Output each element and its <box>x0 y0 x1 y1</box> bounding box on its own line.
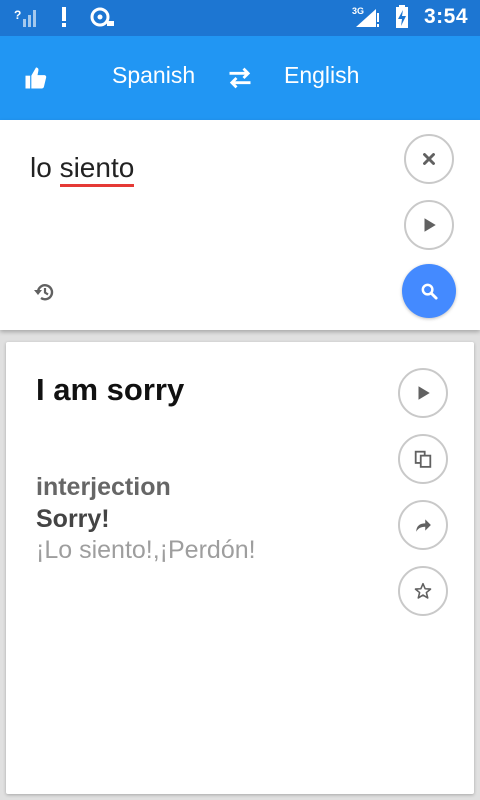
example-translations: ¡Lo siento!,¡Perdón! <box>36 536 256 564</box>
result-card: I am sorry interjection Sorry! ¡Lo sient… <box>6 342 474 794</box>
play-input-button[interactable] <box>404 200 454 250</box>
clear-button[interactable] <box>404 134 454 184</box>
play-translation-button[interactable] <box>398 368 448 418</box>
source-text-input[interactable]: lo siento <box>30 152 135 187</box>
translation-text: I am sorry <box>36 372 185 407</box>
share-icon <box>416 519 431 532</box>
input-word: lo <box>30 152 60 183</box>
share-button[interactable] <box>398 500 448 550</box>
star-icon <box>414 582 432 599</box>
app-bar: Spanish English <box>0 36 480 120</box>
meaning-text: Sorry! <box>36 505 110 533</box>
battery-charging-icon <box>395 5 408 28</box>
copy-button[interactable] <box>398 434 448 484</box>
mobile-signal-icon: 3G <box>352 6 379 27</box>
swap-arrows-icon[interactable] <box>226 64 254 92</box>
play-icon <box>418 386 430 400</box>
search-icon <box>421 283 438 300</box>
search-button[interactable] <box>402 264 456 318</box>
sd-card-icon <box>90 7 114 27</box>
alert-icon <box>62 7 66 27</box>
svg-text:?: ? <box>14 8 21 22</box>
target-language-selector[interactable]: English <box>284 62 359 89</box>
network-type-label: 3G <box>352 6 364 16</box>
status-bar: ? 3G 3:54 <box>0 0 480 36</box>
clock: 3:54 <box>423 5 468 28</box>
history-icon[interactable] <box>33 280 57 304</box>
source-language-selector[interactable]: Spanish <box>112 62 195 89</box>
close-icon <box>423 153 435 165</box>
favorite-button[interactable] <box>398 566 448 616</box>
thumbs-up-icon[interactable] <box>22 64 50 92</box>
play-icon <box>424 218 436 232</box>
signal-unknown-icon: ? <box>14 8 36 27</box>
part-of-speech: interjection <box>36 473 171 501</box>
misspelled-word: siento <box>59 152 135 187</box>
copy-icon <box>414 450 432 468</box>
